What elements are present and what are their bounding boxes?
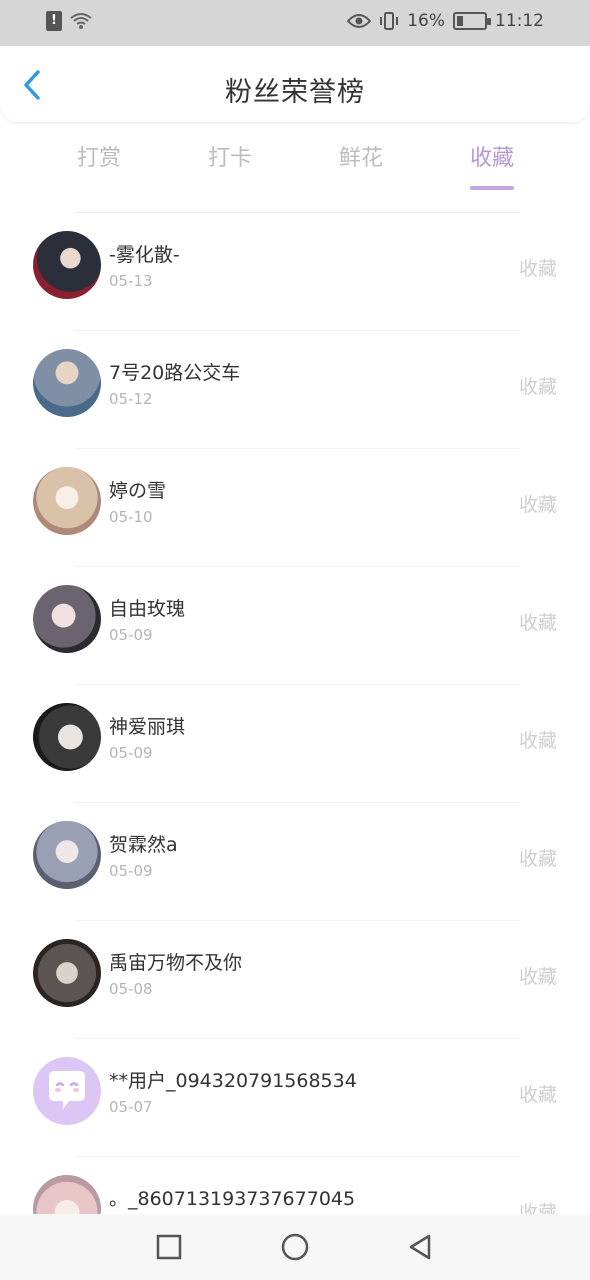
date: 05-07 <box>109 1098 153 1116</box>
favorite-label: 收藏 <box>518 258 557 280</box>
list-item[interactable]: -雾化散- 05-13 收藏 <box>0 212 590 331</box>
avatar[interactable] <box>33 1057 101 1125</box>
user-name: 禹宙万物不及你 <box>109 952 243 974</box>
avatar[interactable] <box>33 467 101 535</box>
status-bar: ! 16% 11:12 <box>0 0 590 46</box>
page-title: 粉丝荣誉榜 <box>225 77 365 108</box>
tab-flowers[interactable]: 鲜花 <box>339 140 383 172</box>
avatar[interactable] <box>33 349 101 417</box>
square-icon <box>156 1234 182 1260</box>
date: 05-09 <box>109 744 153 762</box>
tab-label: 鲜花 <box>339 146 384 171</box>
triangle-back-icon <box>409 1234 431 1260</box>
vibrate-icon <box>380 12 399 30</box>
date: 05-10 <box>109 508 153 526</box>
user-name: 自由玫瑰 <box>109 598 186 620</box>
favorite-label: 收藏 <box>518 848 557 870</box>
user-name: -雾化散- <box>109 244 180 266</box>
avatar[interactable] <box>33 703 101 771</box>
back-nav-button[interactable] <box>405 1232 435 1262</box>
tab-label: 收藏 <box>470 146 515 171</box>
clock: 11:12 <box>495 11 544 31</box>
recent-apps-button[interactable] <box>154 1232 184 1262</box>
tab-bar: 打赏 打卡 鲜花 收藏 <box>0 130 590 190</box>
tab-label: 打赏 <box>77 146 122 171</box>
circle-icon <box>281 1233 309 1261</box>
avatar[interactable] <box>33 939 101 1007</box>
favorite-label: 收藏 <box>518 1084 557 1106</box>
avatar[interactable] <box>33 585 101 653</box>
tab-tip[interactable]: 打赏 <box>77 140 121 172</box>
list-item[interactable]: 贺霖然a 05-09 收藏 <box>0 802 590 921</box>
favorite-label: 收藏 <box>518 494 557 516</box>
battery-percent: 16% <box>407 11 445 31</box>
date: 05-09 <box>109 862 153 880</box>
eye-icon <box>347 14 372 28</box>
tab-checkin[interactable]: 打卡 <box>208 140 252 172</box>
list-item[interactable]: 自由玫瑰 05-09 收藏 <box>0 566 590 685</box>
wifi-icon <box>70 13 92 29</box>
home-button[interactable] <box>280 1232 310 1262</box>
date: 05-13 <box>109 272 153 290</box>
date: 05-09 <box>109 626 153 644</box>
sim-alert-icon: ! <box>46 11 62 31</box>
favorite-label: 收藏 <box>518 612 557 634</box>
date: 05-08 <box>109 980 153 998</box>
user-name: 7号20路公交车 <box>109 362 241 384</box>
tab-favorites[interactable]: 收藏 <box>470 140 515 190</box>
list-item[interactable]: 7号20路公交车 05-12 收藏 <box>0 330 590 449</box>
user-name: **用户_094320791568534 <box>109 1070 357 1092</box>
user-name: 婷の雪 <box>109 480 167 502</box>
system-nav-bar <box>0 1214 590 1280</box>
tab-label: 打卡 <box>208 146 253 171</box>
list-item[interactable]: 神爱丽琪 05-09 收藏 <box>0 684 590 803</box>
list-item[interactable]: 禹宙万物不及你 05-08 收藏 <box>0 920 590 1039</box>
favorite-label: 收藏 <box>518 730 557 752</box>
user-name: 神爱丽琪 <box>109 716 186 738</box>
battery-icon <box>453 12 491 30</box>
user-name: 贺霖然a <box>109 834 178 856</box>
default-avatar-chat-icon <box>49 1071 85 1109</box>
list-item[interactable]: 婷の雪 05-10 收藏 <box>0 448 590 567</box>
favorite-label: 收藏 <box>518 376 557 398</box>
list-item[interactable]: **用户_094320791568534 05-07 收藏 <box>0 1038 590 1157</box>
date: 05-12 <box>109 390 153 408</box>
active-tab-indicator <box>470 186 515 190</box>
header: 粉丝荣誉榜 <box>0 46 590 122</box>
user-name: 。_860713193737677045 <box>109 1188 356 1210</box>
avatar[interactable] <box>33 231 101 299</box>
favorite-label: 收藏 <box>518 966 557 988</box>
avatar[interactable] <box>33 821 101 889</box>
